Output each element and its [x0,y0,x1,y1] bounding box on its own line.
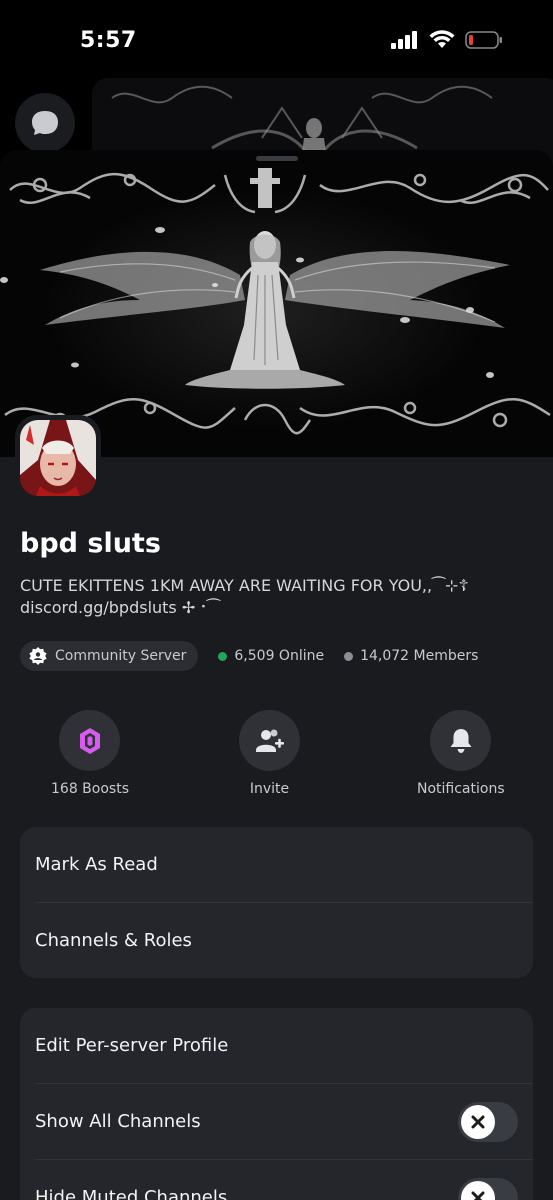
status-icons [391,30,503,49]
online-status-dot [218,651,228,661]
status-bar: 5:57 [0,0,553,80]
server-avatar-art [20,420,96,496]
member-count: 14,072 Members [344,648,478,664]
boosts-action[interactable]: 168 Boosts [51,710,129,797]
channels-roles-label: Channels & Roles [35,930,192,951]
server-details-sheet: bpd sluts CUTE EKITTENS 1KM AWAY ARE WAI… [0,150,553,1200]
community-server-label: Community Server [55,648,187,664]
hide-muted-channels-toggle[interactable] [458,1178,518,1200]
edit-server-profile-item[interactable]: Edit Per-server Profile [20,1008,533,1083]
server-description-line2: discord.gg/bpdsluts ✢⠐⁀ [20,598,220,617]
bell-icon [450,728,472,753]
server-avatar [20,420,96,496]
online-count-text: 6,509 Online [234,648,325,664]
members-status-dot [344,651,354,661]
mark-as-read-label: Mark As Read [35,854,158,875]
battery-low-icon [465,30,502,49]
server-description-line1: CUTE EKITTENS 1KM AWAY ARE WAITING FOR Y… [20,576,469,595]
boosts-label: 168 Boosts [51,781,129,797]
sheet-grab-handle[interactable] [256,156,298,161]
angel-banner-art [0,150,553,457]
invite-action[interactable]: Invite [239,710,300,797]
online-count: 6,509 Online [218,648,324,664]
menu-group-read-channels: Mark As Read Channels & Roles [20,827,533,978]
server-meta-row: Community Server 6,509 Online 14,072 Mem… [20,641,478,671]
menu-group-profile-channels: Edit Per-server Profile Show All Channel… [20,1008,533,1200]
show-all-channels-item[interactable]: Show All Channels [20,1084,533,1159]
status-time: 5:57 [80,28,137,53]
server-icon [15,415,101,501]
add-member-icon [255,729,284,752]
edit-server-profile-label: Edit Per-server Profile [35,1035,229,1056]
chat-bubble-icon [32,111,58,135]
wifi-icon [429,30,455,48]
hide-muted-channels-item[interactable]: Hide Muted Channels [20,1160,533,1200]
community-server-badge[interactable]: Community Server [20,641,199,671]
phone-screen: 5:57 bpd sluts CUTE EKITTENS 1KM AWAY AR… [0,0,553,1200]
server-banner [0,150,553,457]
notifications-button[interactable] [430,710,492,771]
community-server-icon [29,647,47,665]
notifications-action[interactable]: Notifications [417,710,505,797]
cellular-signal-icon [391,30,417,49]
boosts-button[interactable] [59,710,121,771]
close-icon [471,1191,485,1200]
toggle-knob [461,1181,495,1200]
member-count-text: 14,072 Members [360,648,479,664]
show-all-channels-toggle[interactable] [458,1102,518,1142]
server-description: CUTE EKITTENS 1KM AWAY ARE WAITING FOR Y… [20,575,520,619]
invite-button[interactable] [239,710,300,771]
close-icon [471,1115,485,1129]
server-name: bpd sluts [20,528,161,559]
invite-label: Invite [249,781,290,797]
channels-roles-item[interactable]: Channels & Roles [20,903,533,978]
mark-as-read-item[interactable]: Mark As Read [20,827,533,902]
boost-gem-icon [79,727,100,754]
show-all-channels-label: Show All Channels [35,1111,201,1132]
background-chat-button [15,93,75,153]
hide-muted-channels-label: Hide Muted Channels [35,1187,228,1200]
notifications-label: Notifications [417,781,505,797]
toggle-knob [461,1105,495,1139]
server-actions-row: 168 Boosts Invite Notifications [0,710,553,810]
